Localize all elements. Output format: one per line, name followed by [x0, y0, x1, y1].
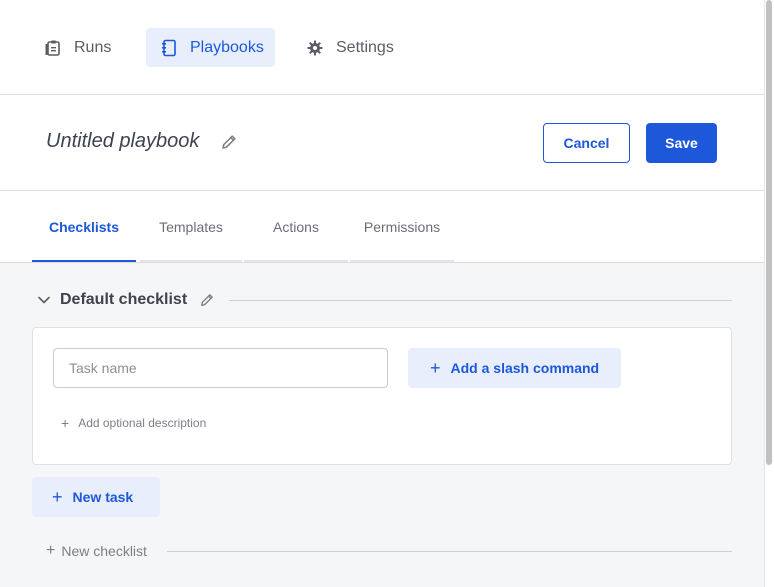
tab-underline: [350, 260, 454, 262]
plus-icon: +: [430, 357, 441, 378]
tab-underline: [244, 260, 348, 262]
nav-item-label: Settings: [336, 38, 394, 56]
tab-label: Templates: [159, 218, 223, 235]
new-task-card: + Add a slash command + Add optional des…: [32, 327, 732, 465]
checklist-title: Default checklist: [60, 291, 188, 308]
notebook-icon: [160, 39, 178, 57]
add-slash-command-button[interactable]: + Add a slash command: [408, 348, 621, 388]
nav-item-label: Playbooks: [190, 38, 264, 56]
pencil-icon[interactable]: [220, 133, 238, 151]
plus-icon: +: [52, 486, 63, 507]
checklists-panel: Default checklist + Add a slash command …: [0, 263, 764, 587]
tab-templates[interactable]: Templates: [140, 191, 242, 262]
tab-underline: [140, 260, 242, 262]
button-label: New checklist: [61, 543, 147, 559]
task-name-input[interactable]: [53, 348, 388, 388]
checklist-header: Default checklist: [32, 288, 732, 312]
plus-icon: +: [61, 415, 70, 431]
tab-checklists[interactable]: Checklists: [32, 191, 136, 262]
tab-bar: Checklists Templates Actions Permissions: [0, 191, 764, 263]
chevron-down-icon[interactable]: [34, 290, 54, 310]
tab-label: Checklists: [48, 218, 120, 235]
plus-icon: +: [46, 542, 56, 559]
nav-item-settings[interactable]: Settings: [292, 28, 408, 67]
tab-permissions[interactable]: Permissions: [350, 191, 454, 262]
title-bar: Untitled playbook Cancel Save: [0, 95, 764, 191]
tab-label: Permissions: [363, 218, 441, 235]
pencil-icon[interactable]: [199, 292, 215, 308]
cancel-button[interactable]: Cancel: [543, 123, 630, 163]
nav-item-playbooks[interactable]: Playbooks: [146, 28, 275, 67]
tab-underline: [32, 260, 136, 262]
save-button[interactable]: Save: [646, 123, 717, 163]
new-task-button[interactable]: + New task: [32, 477, 160, 517]
link-label: Add optional description: [78, 416, 207, 430]
nav-item-label: Runs: [74, 38, 112, 56]
divider: [229, 299, 732, 301]
divider: [166, 550, 732, 552]
playbook-title[interactable]: Untitled playbook: [46, 130, 199, 153]
scrollbar-thumb[interactable]: [766, 0, 772, 465]
playbook-editor: Runs Playbooks Settings Untitled playboo…: [0, 0, 764, 587]
tab-actions[interactable]: Actions: [244, 191, 348, 262]
button-label: New task: [72, 489, 134, 505]
gear-icon: [306, 39, 324, 57]
nav-item-runs[interactable]: Runs: [30, 28, 125, 67]
add-description-link[interactable]: + Add optional description: [61, 415, 206, 431]
button-label: Add a slash command: [450, 360, 600, 376]
top-nav: Runs Playbooks Settings: [0, 0, 764, 95]
new-checklist-button[interactable]: + New checklist: [46, 541, 732, 561]
clipboard-icon: [44, 39, 62, 57]
tab-label: Actions: [273, 218, 319, 235]
